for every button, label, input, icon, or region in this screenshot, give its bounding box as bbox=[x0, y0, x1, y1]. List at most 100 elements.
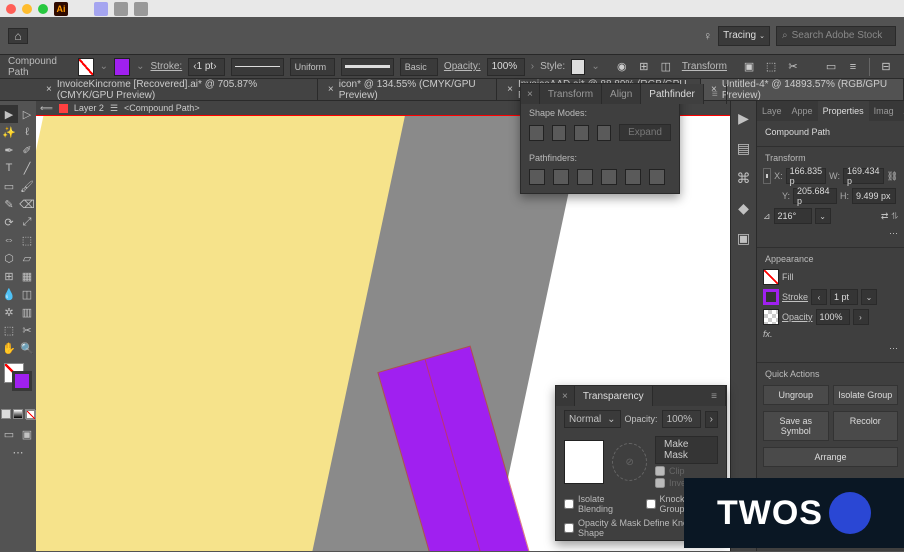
stroke-weight-dec[interactable]: ‹ bbox=[811, 289, 827, 305]
stroke-weight-inc[interactable]: ⌄ bbox=[861, 289, 877, 305]
paintbrush-tool[interactable]: 🖌 bbox=[18, 177, 36, 195]
merge-icon[interactable] bbox=[577, 169, 593, 185]
doc-setup-icon[interactable]: ▭ bbox=[821, 58, 841, 76]
pathfinder-panel[interactable]: × Transform Align Pathfinder ≡ Shape Mod… bbox=[520, 83, 680, 194]
flip-v-icon[interactable]: ⥮ bbox=[891, 211, 898, 222]
ungroup-button[interactable]: Ungroup bbox=[763, 385, 829, 405]
more-options-icon[interactable]: ⋯ bbox=[889, 228, 898, 239]
stroke-weight-input[interactable]: ‹1 pt› bbox=[188, 58, 224, 76]
selection-tool[interactable]: ▶ bbox=[0, 105, 18, 123]
more-options-icon[interactable]: ⋯ bbox=[889, 343, 898, 354]
back-arrow-icon[interactable]: ⟸ bbox=[40, 103, 53, 114]
perspective-tool[interactable]: ▱ bbox=[18, 249, 36, 267]
edit-toolbar[interactable]: ⋯ bbox=[0, 443, 36, 461]
gradient-tool[interactable]: ▦ bbox=[18, 267, 36, 285]
magic-wand-tool[interactable]: ✨ bbox=[0, 123, 18, 141]
close-icon[interactable]: × bbox=[507, 84, 513, 95]
edit-icon[interactable]: ⬚ bbox=[761, 58, 781, 76]
opacity-input[interactable]: 100% bbox=[662, 410, 701, 428]
lasso-tool[interactable]: ℓ bbox=[18, 123, 36, 141]
pen-tool[interactable]: ✒ bbox=[0, 141, 18, 159]
zoom-tool[interactable]: 🔍 bbox=[18, 339, 36, 357]
workspace-icon-1[interactable] bbox=[94, 2, 108, 16]
close-icon[interactable]: × bbox=[46, 84, 52, 95]
align-icon[interactable]: ⊞ bbox=[634, 58, 654, 76]
search-adobe-stock[interactable]: ⌕ Search Adobe Stock bbox=[776, 26, 896, 46]
blend-tool[interactable]: ◫ bbox=[18, 285, 36, 303]
link-wh-icon[interactable]: ⛓ bbox=[887, 171, 898, 182]
expand-button[interactable]: Expand bbox=[619, 124, 671, 141]
layer-dropdown-icon[interactable]: ☰ bbox=[110, 103, 118, 114]
knife-icon[interactable]: ✂ bbox=[783, 58, 803, 76]
opacity-chevron[interactable]: › bbox=[705, 411, 718, 428]
traffic-light-close[interactable] bbox=[6, 4, 16, 14]
style-swatch[interactable] bbox=[571, 59, 585, 75]
doc-tab-1[interactable]: ×InvoiceKincrome [Recovered].ai* @ 705.8… bbox=[36, 79, 318, 100]
panel-close-icon[interactable]: × bbox=[521, 84, 540, 104]
exclude-icon[interactable] bbox=[597, 125, 612, 141]
arrange-button[interactable]: Arrange bbox=[763, 447, 898, 467]
fx-label[interactable]: fx. bbox=[763, 329, 773, 339]
graph-tool[interactable]: ▥ bbox=[18, 303, 36, 321]
isolate-icon[interactable]: ▣ bbox=[739, 58, 759, 76]
eraser-tool[interactable]: ⌫ bbox=[18, 195, 36, 213]
reference-point-icon[interactable] bbox=[763, 168, 771, 184]
stroke-profile-select[interactable] bbox=[231, 58, 284, 76]
fill-swatch[interactable] bbox=[78, 58, 94, 76]
save-as-symbol-button[interactable]: Save as Symbol bbox=[763, 411, 829, 441]
line-tool[interactable]: ╱ bbox=[18, 159, 36, 177]
layer-name[interactable]: Layer 2 bbox=[74, 103, 104, 113]
rotation-input[interactable]: 216° bbox=[774, 208, 812, 224]
shape-icon[interactable]: ◫ bbox=[656, 58, 676, 76]
doc-tab-2[interactable]: ×icon* @ 134.55% (CMYK/GPU Preview) bbox=[318, 79, 497, 100]
tracing-dropdown[interactable]: Tracing ⌄ bbox=[718, 26, 770, 46]
opacity-value-prop[interactable]: 100% bbox=[816, 309, 850, 325]
unite-icon[interactable] bbox=[529, 125, 544, 141]
direct-selection-tool[interactable]: ▷ bbox=[18, 105, 36, 123]
h-input[interactable]: 9.499 px bbox=[852, 188, 896, 204]
free-transform-tool[interactable]: ⬚ bbox=[18, 231, 36, 249]
close-icon[interactable]: × bbox=[328, 84, 334, 95]
stroke-brush-basic[interactable]: Basic bbox=[400, 58, 438, 76]
image-trace-tab[interactable]: Imag bbox=[869, 101, 899, 121]
scale-tool[interactable]: ⤢ bbox=[18, 213, 36, 231]
play-icon[interactable]: ▶ bbox=[735, 109, 753, 127]
opacity-input[interactable]: 100% bbox=[487, 58, 525, 76]
shape-builder-tool[interactable]: ⬡ bbox=[0, 249, 18, 267]
recolor-icon[interactable]: ◉ bbox=[612, 58, 632, 76]
eyedropper-tool[interactable]: 💧 bbox=[0, 285, 18, 303]
x-input[interactable]: 166.835 p bbox=[786, 168, 827, 184]
y-input[interactable]: 205.684 p bbox=[793, 188, 837, 204]
panel-menu-icon[interactable]: ≡ bbox=[704, 84, 727, 104]
intersect-icon[interactable] bbox=[574, 125, 589, 141]
curvature-tool[interactable]: ✐ bbox=[18, 141, 36, 159]
symbols-icon[interactable]: ▣ bbox=[735, 229, 753, 247]
appearance-tab[interactable]: Appe bbox=[787, 101, 818, 121]
stroke-profile-uniform[interactable]: Uniform bbox=[290, 58, 335, 76]
opacity-icon-prop[interactable] bbox=[763, 309, 779, 325]
divide-icon[interactable] bbox=[529, 169, 545, 185]
color-mode-switches[interactable] bbox=[1, 409, 35, 419]
minus-back-icon[interactable] bbox=[649, 169, 665, 185]
prefs-icon[interactable]: ≡ bbox=[843, 58, 863, 76]
artboard-tool[interactable]: ⬚ bbox=[0, 321, 18, 339]
make-mask-button[interactable]: Make Mask bbox=[655, 436, 718, 464]
panel-close-icon[interactable]: × bbox=[556, 386, 575, 406]
panel-menu-icon[interactable]: ≡ bbox=[703, 386, 726, 406]
minus-front-icon[interactable] bbox=[552, 125, 567, 141]
recolor-button[interactable]: Recolor bbox=[833, 411, 899, 441]
stroke-color[interactable] bbox=[12, 371, 32, 391]
transparency-tab[interactable]: Transparency bbox=[575, 386, 653, 406]
opacity-thumbnail[interactable] bbox=[564, 440, 604, 484]
color-themes-icon[interactable]: ▤ bbox=[735, 139, 753, 157]
rectangle-tool[interactable]: ▭ bbox=[0, 177, 18, 195]
doc-tab-4[interactable]: ×Untitled-4* @ 14893.57% (RGB/GPU Previe… bbox=[701, 79, 904, 100]
traffic-light-zoom[interactable] bbox=[38, 4, 48, 14]
collapse-icon[interactable]: ⊟ bbox=[876, 58, 896, 76]
trim-icon[interactable] bbox=[553, 169, 569, 185]
brushes-icon[interactable]: ⌘ bbox=[735, 169, 753, 187]
width-tool[interactable]: ⇔ bbox=[0, 231, 18, 249]
pathfinder-tab[interactable]: Pathfinder bbox=[641, 84, 704, 104]
hand-tool[interactable]: ✋ bbox=[0, 339, 18, 357]
workspace-icon-3[interactable] bbox=[134, 2, 148, 16]
